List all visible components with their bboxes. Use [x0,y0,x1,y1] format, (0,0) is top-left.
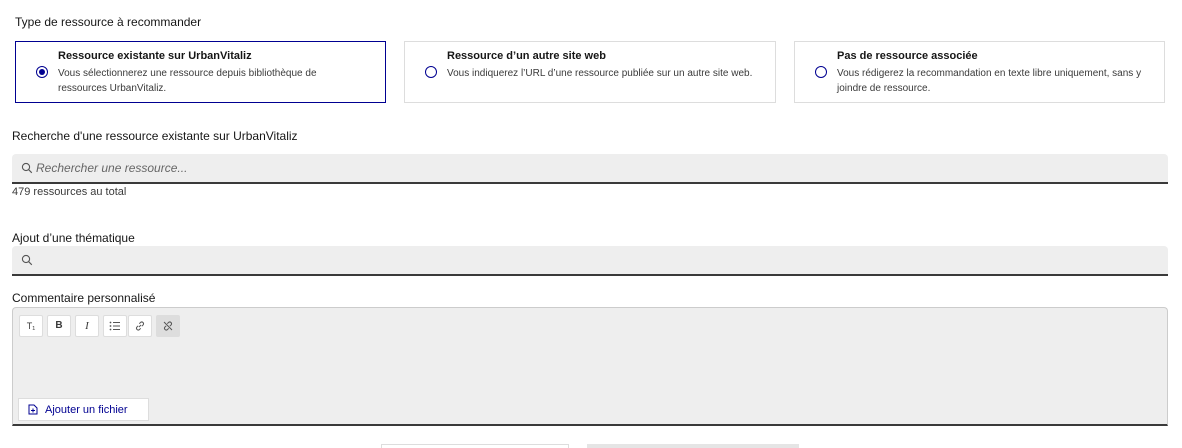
resource-count: 479 ressources au total [12,186,127,198]
theme-label: Ajout d’une thématique [12,231,135,245]
radio-no-resource[interactable] [815,66,827,78]
option-no-resource[interactable]: Pas de ressource associée Vous rédigerez… [794,41,1165,103]
search-field[interactable] [12,154,1168,184]
bullet-list-button[interactable] [103,315,127,337]
theme-input[interactable] [36,246,1156,274]
search-label: Recherche d'une ressource existante sur … [12,129,298,143]
add-file-label: Ajouter un fichier [45,404,128,416]
italic-button[interactable]: I [75,315,99,337]
link-button[interactable] [128,315,152,337]
option-description: Vous sélectionnerez une ressource depuis… [58,68,317,94]
option-title: Ressource existante sur UrbanVitaliz [58,50,252,62]
add-file-button[interactable]: Ajouter un fichier [18,398,149,421]
resource-type-label: Type de ressource à recommander [15,15,202,29]
search-icon [21,254,33,266]
radio-existing-resource[interactable] [36,66,48,78]
option-description: Vous indiquerez l’URL d’une ressource pu… [447,68,753,79]
comment-editor[interactable]: T₁ B I Ajouter un fichier [12,307,1168,426]
option-title: Pas de ressource associée [837,50,978,62]
option-title: Ressource d’un autre site web [447,50,606,62]
unlink-button[interactable] [156,315,180,337]
search-input[interactable] [36,154,1156,182]
file-add-icon [28,404,38,415]
radio-external-resource[interactable] [425,66,437,78]
option-description: Vous rédigerez la recommandation en text… [837,68,1142,94]
option-external-resource[interactable]: Ressource d’un autre site web Vous indiq… [404,41,776,103]
theme-field[interactable] [12,246,1168,276]
option-existing-resource[interactable]: Ressource existante sur UrbanVitaliz Vou… [15,41,386,103]
list-icon [109,321,120,331]
bold-button[interactable]: B [47,315,71,337]
search-icon [21,162,33,174]
link-icon [136,321,144,331]
primary-action-button[interactable] [587,444,799,448]
unlink-icon [163,321,173,331]
secondary-action-button[interactable] [381,444,569,448]
heading-button[interactable]: T₁ [19,315,43,337]
comment-label: Commentaire personnalisé [12,291,156,305]
